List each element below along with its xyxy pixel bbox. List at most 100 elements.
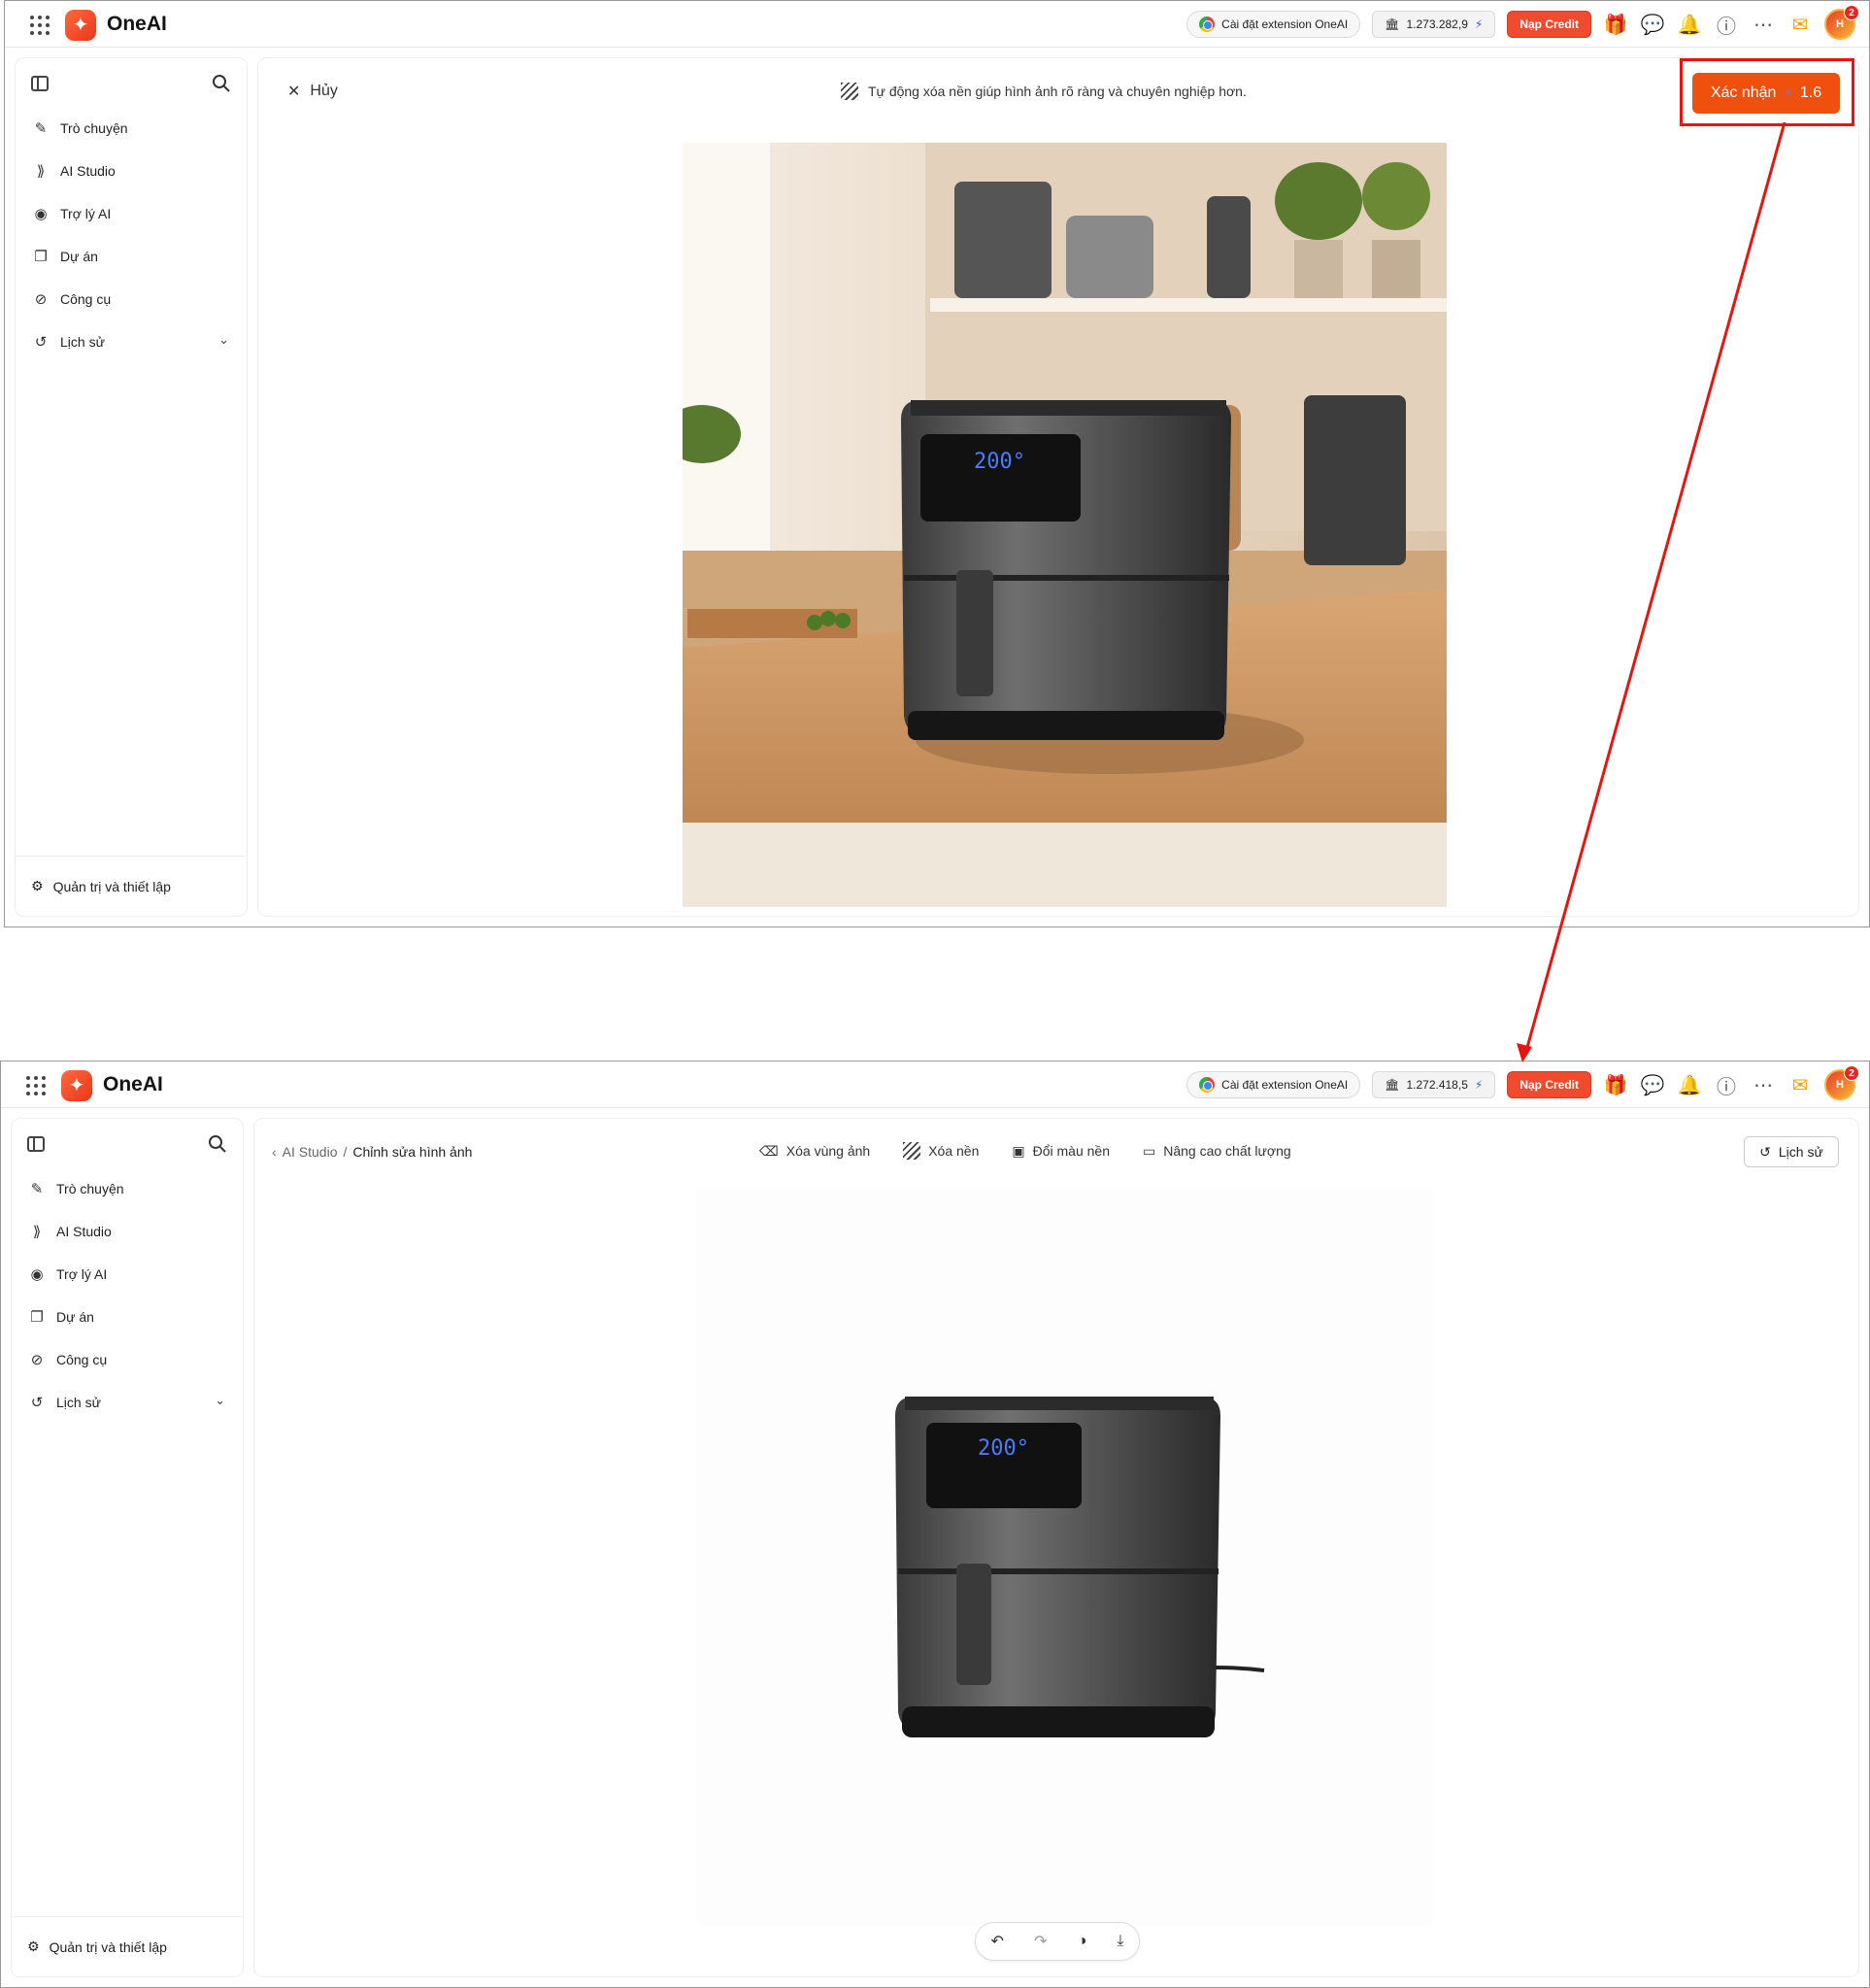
sidebar-item-chat[interactable]: ✎ Trò chuyện [16,107,247,150]
apps-grid-icon[interactable] [26,1076,46,1095]
chrome-icon [1199,17,1216,32]
sidebar-item-history[interactable]: ↺ Lịch sử ⌄ [16,320,247,363]
sidebar-item-ai-studio[interactable]: ⟫ AI Studio [16,150,247,192]
credit-balance[interactable]: 🏛 1.273.282,9 ⚡ [1372,11,1496,38]
chevron-down-icon[interactable]: ⌄ [215,1393,225,1408]
settings-link[interactable]: ⚙ Quản trị và thiết lập [12,1916,243,1976]
avatar[interactable]: H2 [1824,1065,1859,1100]
gift-icon[interactable]: 🎁 [1603,1072,1628,1097]
breadcrumb: ‹ AI Studio / Chỉnh sửa hình ảnh [272,1144,472,1160]
bot-icon: ◉ [34,206,48,222]
tool-change-background-color[interactable]: ▣ Đổi màu nền [1012,1142,1110,1160]
original-photo: 200° [683,143,1447,907]
confirm-cost: 1.6 [1799,84,1822,101]
avatar-initials: H [1836,1079,1844,1091]
sidebar-item-assistant[interactable]: ◉ Trợ lý AI [12,1253,243,1296]
sidebar-item-label: Lịch sử [60,334,105,350]
bot-icon: ◉ [30,1266,44,1283]
avatar[interactable]: H2 [1824,5,1859,40]
studio-icon: ⟫ [32,1224,42,1240]
sidebar-item-projects[interactable]: ❐ Dự án [12,1296,243,1338]
sidebar-item-label: AI Studio [60,163,116,179]
bell-icon[interactable]: 🔔 [1677,1072,1702,1097]
tool-remove-background[interactable]: Xóa nền [903,1142,979,1160]
tool-label: Đổi màu nền [1032,1143,1110,1159]
install-extension-button[interactable]: Cài đặt extension OneAI [1186,1071,1361,1098]
chat-bubble-icon[interactable]: 💬 [1640,1072,1665,1097]
airfryer-display-text: 200° [974,450,1025,474]
compass-icon: ⊘ [30,1352,44,1368]
sidebar-item-chat[interactable]: ✎ Trò chuyện [12,1167,243,1210]
credit-balance[interactable]: 🏛 1.272.418,5 ⚡ [1372,1071,1496,1098]
undo-icon[interactable]: ↶ [991,1932,1004,1951]
install-extension-button[interactable]: Cài đặt extension OneAI [1186,11,1361,38]
result-panel: ‹ AI Studio / Chỉnh sửa hình ảnh ⌫ Xóa vù… [253,1118,1859,1977]
breadcrumb-current: Chỉnh sửa hình ảnh [352,1144,473,1160]
bonus-icon[interactable]: ✉ [1787,12,1813,37]
image-action-bar: ↶ ↷ ◑ ⤓ [975,1922,1140,1961]
tool-erase-area[interactable]: ⌫ Xóa vùng ảnh [759,1142,870,1160]
sidebar-item-label: Trợ lý AI [56,1266,108,1282]
settings-link[interactable]: ⚙ Quản trị và thiết lập [16,856,247,916]
sidebar-item-assistant[interactable]: ◉ Trợ lý AI [16,192,247,235]
building-icon: 🏛 [1385,17,1400,31]
sidebar-item-label: AI Studio [56,1224,112,1239]
topup-credit-button[interactable]: Nạp Credit [1507,1071,1591,1098]
history-label: Lịch sử [1778,1144,1823,1160]
search-icon[interactable] [208,1134,227,1154]
tool-label: Nâng cao chất lượng [1163,1143,1291,1159]
more-icon[interactable]: ⋯ [1751,12,1776,37]
extension-label: Cài đặt extension OneAI [1221,1078,1349,1092]
history-icon: ↺ [30,1395,44,1411]
topup-credit-button[interactable]: Nạp Credit [1507,11,1591,38]
help-icon[interactable]: ⓘ [1714,1072,1739,1098]
brand-name: OneAI [103,1073,163,1095]
credit-value: 1.273.282,9 [1406,17,1468,31]
breadcrumb-parent[interactable]: AI Studio [283,1144,338,1160]
bell-icon[interactable]: 🔔 [1677,12,1702,37]
confirm-label: Xác nhận [1710,84,1777,101]
eraser-icon: ⌫ [759,1142,779,1159]
history-button[interactable]: ↺ Lịch sử [1744,1136,1839,1167]
sidebar-item-tools[interactable]: ⊘ Công cụ [12,1338,243,1381]
tool-label: Xóa nền [928,1143,980,1159]
sidebar: ✎ Trò chuyện ⟫ AI Studio ◉ Trợ lý AI ❐ Dự án… [15,57,248,917]
sidebar-item-ai-studio[interactable]: ⟫ AI Studio [12,1210,243,1253]
sidebar-item-label: Công cụ [60,291,112,307]
sidebar-item-history[interactable]: ↺ Lịch sử ⌄ [12,1381,243,1424]
gear-icon: ⚙ [31,878,44,893]
chevron-left-icon[interactable]: ‹ [272,1144,277,1160]
tool-enhance-quality[interactable]: ▭ Nâng cao chất lượng [1143,1142,1291,1160]
chevron-down-icon[interactable]: ⌄ [218,332,229,348]
confirm-highlight-box: Xác nhận ⚡ 1.6 [1680,58,1854,126]
remove-background-icon [903,1142,921,1160]
redo-icon[interactable]: ↷ [1034,1932,1047,1951]
notification-badge: 2 [1844,1065,1859,1081]
sidebar-item-label: Trò chuyện [56,1181,124,1196]
apps-grid-icon[interactable] [30,16,50,35]
bonus-icon[interactable]: ✉ [1787,1072,1813,1097]
oneai-logo-icon[interactable]: ✦ [61,1070,92,1101]
edit-toolbar: ⌫ Xóa vùng ảnh Xóa nền ▣ Đổi màu nền ▭ Nâng… [759,1142,1291,1160]
cancel-button[interactable]: ✕ Hủy [287,82,338,101]
confirm-button[interactable]: Xác nhận ⚡ 1.6 [1692,73,1840,114]
hint-text: Tự động xóa nền giúp hình ảnh rõ ràng và… [868,84,1247,99]
toggle-sidebar-icon[interactable] [27,1136,45,1152]
sidebar-item-tools[interactable]: ⊘ Công cụ [16,278,247,320]
more-icon[interactable]: ⋯ [1751,1072,1776,1097]
oneai-logo-icon[interactable]: ✦ [65,10,96,41]
download-icon[interactable]: ⤓ [1117,1933,1123,1950]
compass-icon: ⊘ [34,291,48,308]
toggle-sidebar-icon[interactable] [31,76,49,91]
sidebar-item-label: Công cụ [56,1352,108,1367]
gift-icon[interactable]: 🎁 [1603,12,1628,37]
compare-icon[interactable]: ◑ [1078,1933,1087,1950]
close-icon: ✕ [287,84,301,100]
sidebar: ✎ Trò chuyện ⟫ AI Studio ◉ Trợ lý AI ❐ Dự án… [11,1118,244,1977]
help-icon[interactable]: ⓘ [1714,12,1739,38]
search-icon[interactable] [212,74,231,93]
brand-name: OneAI [107,13,167,35]
chat-bubble-icon[interactable]: 💬 [1640,12,1665,37]
edit-icon: ✎ [30,1181,44,1197]
sidebar-item-projects[interactable]: ❐ Dự án [16,235,247,278]
